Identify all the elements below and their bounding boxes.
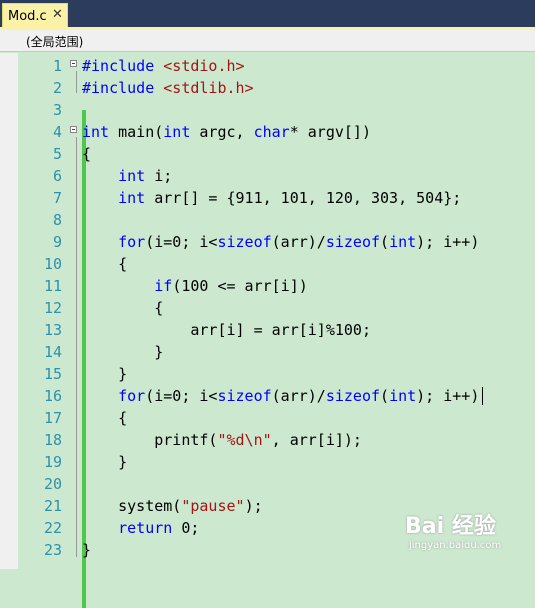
line-number: 7 [52,189,62,207]
code-text: #include <stdio.h> [82,57,245,75]
line-number: 22 [43,519,62,537]
code-line[interactable]: 20 [18,473,535,495]
collapse-icon[interactable] [70,60,77,67]
editor-margin [0,53,18,569]
code-text: int i; [118,167,173,185]
navigation-bar: (全局范围) [0,30,535,52]
code-text: system("pause"); [82,497,263,515]
code-text: { [82,409,128,427]
fold-guide [76,71,77,93]
code-line[interactable]: 5{ [18,143,535,165]
line-number: 15 [43,365,62,383]
line-number: 23 [43,541,62,559]
code-text: arr[i] = arr[i]%100; [82,321,371,339]
tab-mod-c[interactable]: Mod.c ✕ [2,3,68,29]
code-line[interactable]: 15 } [18,363,535,385]
code-text: } [82,343,164,361]
code-text: } [82,365,128,383]
code-line[interactable]: 12 { [18,297,535,319]
line-number: 6 [52,167,62,185]
line-number: 12 [43,299,62,317]
code-text: return 0; [118,519,200,537]
line-number: 4 [52,123,62,141]
code-line[interactable]: 7 int arr[] = {911, 101, 120, 303, 504}; [18,187,535,209]
close-icon[interactable]: ✕ [52,7,63,22]
code-line[interactable]: 9 for(i=0; i<sizeof(arr)/sizeof(int); i+… [18,231,535,253]
code-text: int arr[] = {911, 101, 120, 303, 504}; [118,189,462,207]
collapse-icon[interactable] [70,126,77,133]
line-number: 9 [52,233,62,251]
line-number: 16 [43,387,62,405]
text-caret [482,387,483,405]
code-line[interactable]: 18 printf("%d\n", arr[i]); [18,429,535,451]
code-text: { [82,255,128,273]
code-text: for(i=0; i<sizeof(arr)/sizeof(int); i++) [118,233,480,251]
line-number: 3 [52,101,62,119]
code-editor[interactable]: 1 #include <stdio.h> 2 #include <stdlib.h> 3… [18,53,535,608]
line-number: 19 [43,453,62,471]
code-line[interactable]: 1 #include <stdio.h> [18,55,535,77]
code-line[interactable]: 19 } [18,451,535,473]
code-text: for(i=0; i<sizeof(arr)/sizeof(int); i++) [118,387,480,405]
code-text: } [82,453,128,471]
line-number: 13 [43,321,62,339]
line-number: 5 [52,145,62,163]
scope-dropdown[interactable]: (全局范围) [4,31,174,50]
code-line[interactable]: 17 { [18,407,535,429]
code-line[interactable]: 11 if(100 <= arr[i]) [18,275,535,297]
tab-strip: Mod.c ✕ [0,0,535,30]
code-text: } [82,541,92,559]
fold-guide [76,137,77,557]
line-number: 11 [43,277,62,295]
line-number: 14 [43,343,62,361]
line-number: 2 [52,79,62,97]
scope-label: (全局范围) [26,35,84,49]
code-text: printf("%d\n", arr[i]); [82,431,362,449]
tab-title: Mod.c [8,9,47,24]
baidu-logo: Bai 经验 [405,514,496,539]
code-text: if(100 <= arr[i]) [154,277,308,295]
line-number: 20 [43,475,62,493]
line-number: 17 [43,409,62,427]
code-line[interactable]: 8 [18,209,535,231]
code-line[interactable]: 16 for(i=0; i<sizeof(arr)/sizeof(int); i… [18,385,535,407]
watermark-url: jingyan.baidu.com [409,540,502,551]
watermark: Bai 经验 jingyan.baidu.com [405,508,525,558]
line-number: 8 [52,211,62,229]
code-line[interactable]: 14 } [18,341,535,363]
code-text: { [82,299,164,317]
line-number: 21 [43,497,62,515]
line-number: 1 [52,57,62,75]
code-line[interactable]: 6 int i; [18,165,535,187]
code-text: int main(int argc, char* argv[]) [82,123,371,141]
code-text: { [82,145,92,163]
line-number: 18 [43,431,62,449]
code-line[interactable]: 3 [18,99,535,121]
code-line[interactable]: 13 arr[i] = arr[i]%100; [18,319,535,341]
code-line[interactable]: 10 { [18,253,535,275]
code-line[interactable]: 2 #include <stdlib.h> [18,77,535,99]
line-number: 10 [43,255,62,273]
code-text: #include <stdlib.h> [82,79,254,97]
code-line[interactable]: 4 int main(int argc, char* argv[]) [18,121,535,143]
